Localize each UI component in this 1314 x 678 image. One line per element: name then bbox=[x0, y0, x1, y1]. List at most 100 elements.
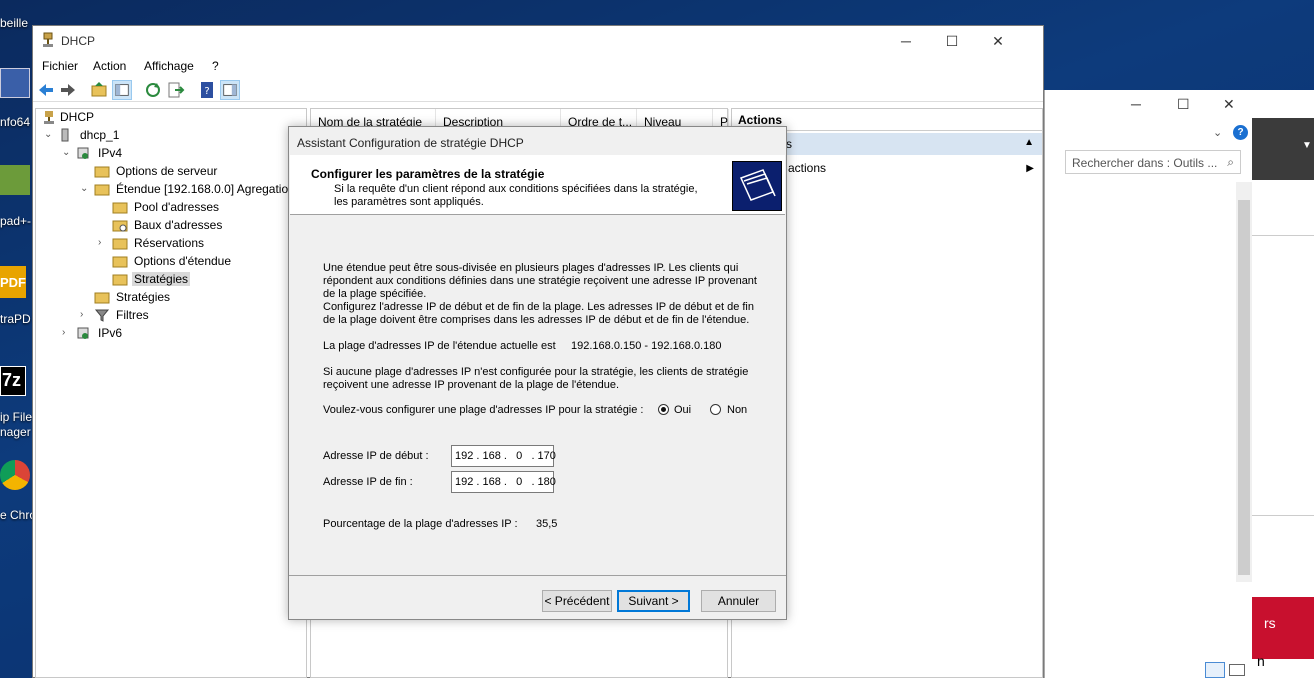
wizard-paragraph-3: Si aucune plage d'adresses IP n'est conf… bbox=[323, 366, 749, 391]
search-input[interactable]: Rechercher dans : Outils ... ⌕ bbox=[1065, 150, 1241, 174]
chevron-right-icon[interactable]: › bbox=[80, 309, 90, 320]
pdf-icon[interactable]: PDF bbox=[0, 266, 26, 298]
desktop-icon-pdf-label[interactable]: traPD bbox=[0, 312, 31, 326]
divider bbox=[1252, 515, 1314, 516]
up-folder-icon[interactable] bbox=[89, 80, 109, 100]
bg-red-banner[interactable]: rs bbox=[1252, 597, 1314, 659]
radio-oui[interactable] bbox=[658, 404, 669, 415]
tree-label: Stratégies bbox=[116, 290, 171, 304]
close-button[interactable]: ✕ bbox=[975, 30, 1021, 52]
ipv4-icon bbox=[76, 146, 92, 160]
tree-label: dhcp_1 bbox=[80, 128, 120, 142]
wizard-subheading: Si la requête d'un client répond aux con… bbox=[334, 183, 698, 208]
7zip-icon[interactable]: 7z bbox=[0, 366, 26, 396]
notepad-plus-icon[interactable] bbox=[0, 165, 30, 195]
menu-fichier[interactable]: Fichier bbox=[42, 59, 78, 73]
radio-non[interactable] bbox=[710, 404, 721, 415]
svg-text:?: ? bbox=[204, 86, 209, 97]
folder-icon bbox=[112, 254, 128, 268]
tree-label: IPv6 bbox=[98, 326, 123, 340]
info-app-icon[interactable] bbox=[0, 68, 30, 98]
chevron-right-icon[interactable]: › bbox=[62, 327, 72, 338]
show-console-tree-icon[interactable] bbox=[112, 80, 132, 100]
menu-affichage[interactable]: Affichage bbox=[144, 59, 194, 73]
start-ip-input[interactable]: 192 . 168 . 0 . 170 bbox=[451, 445, 556, 467]
desktop-icon-chrome-label[interactable]: e Chro bbox=[0, 508, 36, 522]
desktop-icon-7zip-label[interactable]: ip File bbox=[0, 410, 32, 424]
dhcp-icon bbox=[42, 110, 58, 124]
wizard-title: Assistant Configuration de stratégie DHC… bbox=[297, 136, 524, 150]
divider bbox=[1252, 235, 1314, 236]
details-view-icon[interactable] bbox=[1205, 662, 1225, 678]
chevron-right-icon[interactable]: › bbox=[98, 237, 108, 248]
tree-label: Stratégies bbox=[132, 272, 191, 286]
leases-folder-icon bbox=[112, 218, 128, 232]
desktop-icon-notepad-label[interactable]: pad+- bbox=[0, 214, 31, 228]
minimize-button[interactable]: ─ bbox=[883, 30, 929, 52]
folder-icon bbox=[112, 236, 128, 250]
next-button[interactable]: Suivant > bbox=[617, 590, 690, 612]
chevron-down-icon[interactable]: ⌄ bbox=[44, 129, 54, 140]
ipv6-icon bbox=[76, 326, 92, 340]
title-bar[interactable]: DHCP ─ ☐ ✕ bbox=[33, 26, 1043, 56]
chevron-down-icon[interactable]: ⌄ bbox=[62, 147, 72, 158]
bg-close-button[interactable]: ✕ bbox=[1223, 96, 1235, 113]
bg-minimize-button[interactable]: ─ bbox=[1131, 96, 1141, 112]
radio-oui-label[interactable]: Oui bbox=[674, 404, 691, 417]
end-ip-label: Adresse IP de fin : bbox=[323, 476, 413, 488]
help-book-icon[interactable]: ? bbox=[197, 80, 217, 100]
desktop-icon-7zip-label2: nager bbox=[0, 425, 31, 439]
help-icon[interactable]: ? bbox=[1233, 125, 1248, 140]
bg-scroll-thumb[interactable] bbox=[1238, 200, 1250, 575]
policies-folder-icon bbox=[112, 272, 128, 286]
desktop-icon-recycle-label[interactable]: beille bbox=[0, 16, 28, 30]
radio-non-label[interactable]: Non bbox=[727, 404, 747, 417]
wizard-header: Configurer les paramètres de la stratégi… bbox=[290, 155, 785, 215]
submenu-arrow-icon[interactable]: ▶ bbox=[1026, 163, 1034, 174]
scope-range-value: 192.168.0.150 - 192.168.0.180 bbox=[571, 340, 722, 352]
chrome-icon[interactable] bbox=[0, 460, 30, 490]
tree-label: Pool d'adresses bbox=[134, 200, 220, 214]
scope-range-label: La plage d'adresses IP de l'étendue actu… bbox=[323, 340, 556, 352]
policies-folder-icon bbox=[94, 290, 110, 304]
refresh-icon[interactable] bbox=[143, 80, 163, 100]
tree-label: Baux d'adresses bbox=[134, 218, 223, 232]
tree-label: Options d'étendue bbox=[134, 254, 232, 268]
background-explorer-window: ─ ☐ ✕ ⌄ ? ▼ Rechercher dans : Outils ...… bbox=[1044, 90, 1314, 678]
wizard-paragraph-1: Une étendue peut être sous-divisée en pl… bbox=[323, 262, 757, 300]
export-list-icon[interactable] bbox=[166, 80, 186, 100]
chevron-down-icon[interactable]: ⌄ bbox=[1213, 126, 1222, 139]
tree-label: IPv4 bbox=[98, 146, 123, 160]
caret-down-icon[interactable]: ▼ bbox=[1302, 140, 1312, 151]
desktop-icon-hwinfo-label[interactable]: nfo64 bbox=[0, 115, 30, 129]
wizard-footer: < Précédent Suivant > Annuler bbox=[289, 575, 786, 620]
back-arrow-icon[interactable] bbox=[36, 80, 56, 100]
forward-arrow-icon[interactable] bbox=[58, 80, 78, 100]
configure-range-question: Voulez-vous configurer une plage d'adres… bbox=[323, 404, 644, 416]
console-tree: DHCP ⌄ dhcp_1 ⌄ IPv4 Options de serveur … bbox=[35, 108, 307, 678]
percent-label: Pourcentage de la plage d'adresses IP : bbox=[323, 518, 518, 530]
bg-bottom-label: n bbox=[1257, 653, 1265, 669]
wizard-body: Une étendue peut être sous-divisée en pl… bbox=[289, 215, 786, 575]
end-ip-input[interactable]: 192 . 168 . 0 . 180 bbox=[451, 471, 556, 493]
red-banner-label: rs bbox=[1264, 615, 1276, 631]
filter-icon bbox=[94, 308, 110, 322]
menu-help[interactable]: ? bbox=[212, 59, 219, 73]
search-icon: ⌕ bbox=[1227, 155, 1234, 169]
show-action-pane-icon[interactable] bbox=[220, 80, 240, 100]
options-folder-icon bbox=[94, 164, 110, 178]
tiles-view-icon[interactable] bbox=[1229, 664, 1245, 676]
policy-wizard-dialog: Assistant Configuration de stratégie DHC… bbox=[288, 126, 787, 620]
chevron-down-icon[interactable]: ⌄ bbox=[80, 183, 90, 194]
tree-label: Réservations bbox=[134, 236, 205, 250]
tree-label: Filtres bbox=[116, 308, 149, 322]
wizard-heading: Configurer les paramètres de la stratégi… bbox=[311, 167, 545, 181]
bg-maximize-button[interactable]: ☐ bbox=[1177, 96, 1190, 113]
tree-label: Options de serveur bbox=[116, 164, 218, 178]
maximize-button[interactable]: ☐ bbox=[929, 30, 975, 52]
previous-button[interactable]: < Précédent bbox=[542, 590, 612, 612]
collapse-up-icon[interactable]: ▲ bbox=[1024, 137, 1034, 148]
start-ip-label: Adresse IP de début : bbox=[323, 450, 429, 462]
menu-action[interactable]: Action bbox=[93, 59, 126, 73]
cancel-button[interactable]: Annuler bbox=[701, 590, 776, 612]
